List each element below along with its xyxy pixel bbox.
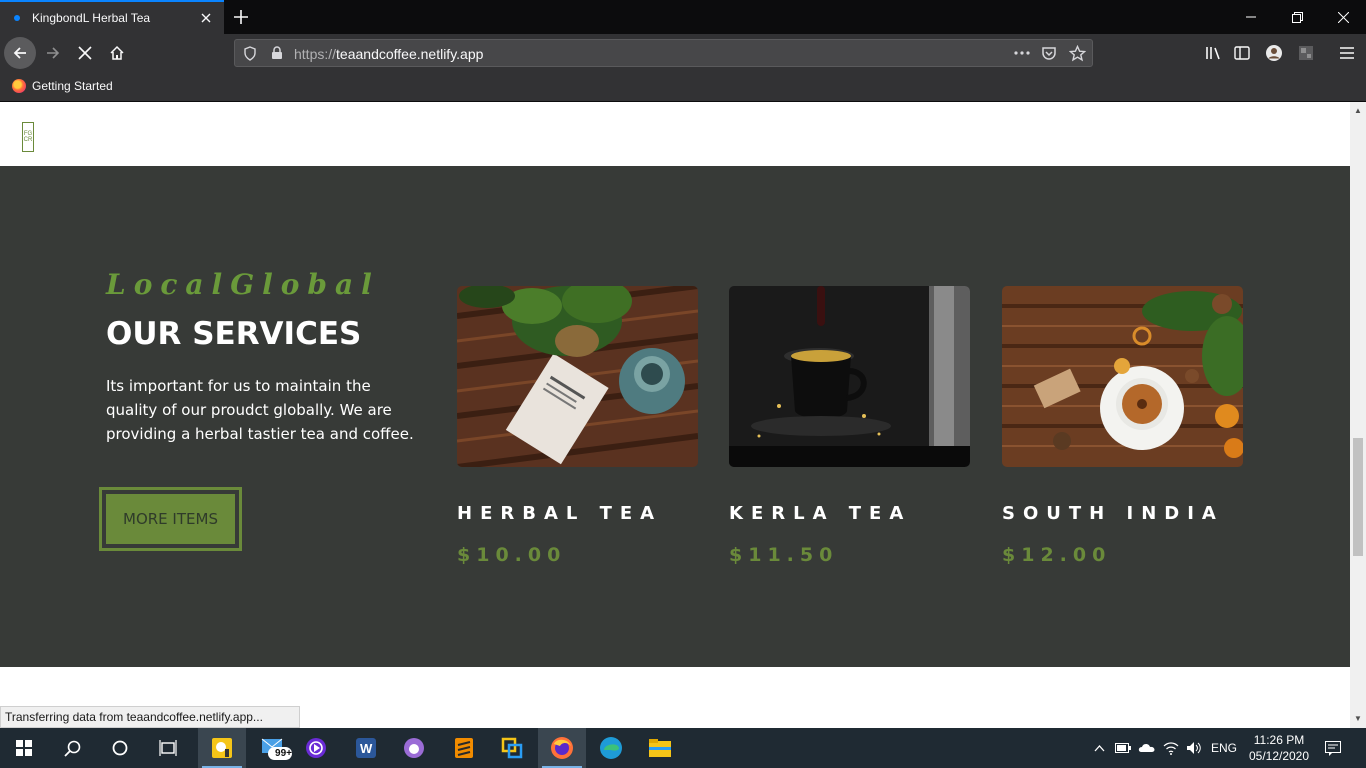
library-icon[interactable] <box>1200 40 1226 66</box>
close-window-button[interactable] <box>1320 0 1366 34</box>
code-editor-icon[interactable] <box>488 728 536 768</box>
product-card[interactable]: SOUTH INDIA $12.00 <box>1002 286 1243 566</box>
account-icon[interactable] <box>1261 40 1287 66</box>
scroll-thumb[interactable] <box>1353 438 1363 556</box>
scroll-down-icon[interactable]: ▼ <box>1354 714 1362 723</box>
lock-icon[interactable] <box>271 46 283 65</box>
bookmark-getting-started[interactable]: Getting Started <box>12 79 113 93</box>
onedrive-icon[interactable] <box>1137 728 1157 768</box>
tab-title: KingbondL Herbal Tea <box>32 11 151 25</box>
stop-loading-button[interactable] <box>69 37 101 69</box>
services-section: LocalGlobal OUR SERVICES Its important f… <box>0 166 1350 667</box>
url-text[interactable]: https://teaandcoffee.netlify.app <box>294 46 483 62</box>
navigation-bar: https://teaandcoffee.netlify.app <box>0 34 1366 72</box>
language-indicator[interactable]: ENG <box>1208 728 1240 768</box>
extension-icon[interactable] <box>1293 40 1319 66</box>
minimize-button[interactable] <box>1228 0 1274 34</box>
task-view-icon[interactable] <box>144 728 192 768</box>
product-name: HERBAL TEA <box>457 503 663 524</box>
bookmark-label: Getting Started <box>32 79 113 93</box>
product-price: $10.00 <box>457 544 567 566</box>
product-card[interactable]: KERLA TEA $11.50 <box>729 286 970 566</box>
firefox-icon <box>12 79 26 93</box>
product-name: SOUTH INDIA <box>1002 503 1224 524</box>
url-bar[interactable]: https://teaandcoffee.netlify.app <box>234 39 1093 67</box>
taskbar-app-icon[interactable] <box>198 728 246 768</box>
system-clock[interactable]: 11:26 PM 05/12/2020 <box>1244 732 1314 764</box>
start-button[interactable] <box>0 728 48 768</box>
browser-tab[interactable]: KingbondL Herbal Tea <box>0 0 224 34</box>
home-button[interactable] <box>101 37 133 69</box>
close-tab-icon[interactable] <box>196 8 216 28</box>
wifi-icon[interactable] <box>1161 728 1181 768</box>
clock-time: 11:26 PM <box>1253 733 1305 747</box>
bookmark-star-icon[interactable] <box>1068 44 1087 67</box>
cortana-icon[interactable] <box>96 728 144 768</box>
pocket-icon[interactable] <box>1041 45 1057 66</box>
battery-icon[interactable] <box>1113 728 1133 768</box>
edge-icon[interactable] <box>587 728 635 768</box>
word-icon[interactable]: W <box>342 728 390 768</box>
shield-icon[interactable] <box>243 46 257 66</box>
scroll-up-icon[interactable]: ▲ <box>1354 106 1362 115</box>
status-bar: Transferring data from teaandcoffee.netl… <box>0 706 300 728</box>
more-items-label: MORE ITEMS <box>106 494 235 544</box>
restore-button[interactable] <box>1274 0 1320 34</box>
bookmarks-toolbar: Getting Started <box>0 72 1366 102</box>
more-items-button[interactable]: MORE ITEMS <box>99 487 242 551</box>
svg-text:W: W <box>360 741 373 756</box>
forward-button[interactable] <box>37 37 69 69</box>
windows-taskbar: 99+ W ENG 11:26 PM 05/12/2020 <box>0 728 1366 768</box>
back-button[interactable] <box>4 37 36 69</box>
page-actions-icon[interactable] <box>1013 46 1031 65</box>
services-title: OUR SERVICES <box>106 316 362 352</box>
file-explorer-icon[interactable] <box>636 728 684 768</box>
services-script-title: LocalGlobal <box>106 268 380 301</box>
site-logo[interactable]: FG CR <box>22 122 34 152</box>
logo-text: FG CR <box>23 131 33 143</box>
search-icon[interactable] <box>48 728 96 768</box>
volume-icon[interactable] <box>1184 728 1204 768</box>
south-india-image[interactable] <box>1002 286 1243 467</box>
product-card[interactable]: HERBAL TEA $10.00 <box>457 286 698 566</box>
loading-icon <box>14 15 20 21</box>
herbal-tea-image[interactable] <box>457 286 698 467</box>
services-description: Its important for us to maintain the qua… <box>106 377 414 443</box>
product-price: $12.00 <box>1002 544 1112 566</box>
product-name: KERLA TEA <box>729 503 912 524</box>
clock-date: 05/12/2020 <box>1248 749 1310 763</box>
github-icon[interactable] <box>390 728 438 768</box>
sublime-icon[interactable] <box>440 728 488 768</box>
page-viewport: FG CR LocalGlobal OUR SERVICES Its impor… <box>0 102 1350 728</box>
media-player-icon[interactable] <box>292 728 340 768</box>
show-hidden-icons[interactable] <box>1090 728 1108 768</box>
url-scheme: https:// <box>294 46 337 62</box>
firefox-taskbar-icon[interactable] <box>538 728 586 768</box>
menu-icon[interactable] <box>1334 40 1360 66</box>
url-host: teaandcoffee.netlify.app <box>336 46 484 62</box>
sidebar-icon[interactable] <box>1229 40 1255 66</box>
mail-badge: 99+ <box>275 748 292 759</box>
mail-icon[interactable]: 99+ <box>250 728 298 768</box>
new-tab-button[interactable] <box>228 4 254 30</box>
page-scrollbar[interactable]: ▲ ▼ <box>1350 102 1366 728</box>
notifications-icon[interactable] <box>1318 728 1348 768</box>
tab-bar: KingbondL Herbal Tea <box>0 0 1366 34</box>
kerla-tea-image[interactable] <box>729 286 970 467</box>
product-price: $11.50 <box>729 544 839 566</box>
